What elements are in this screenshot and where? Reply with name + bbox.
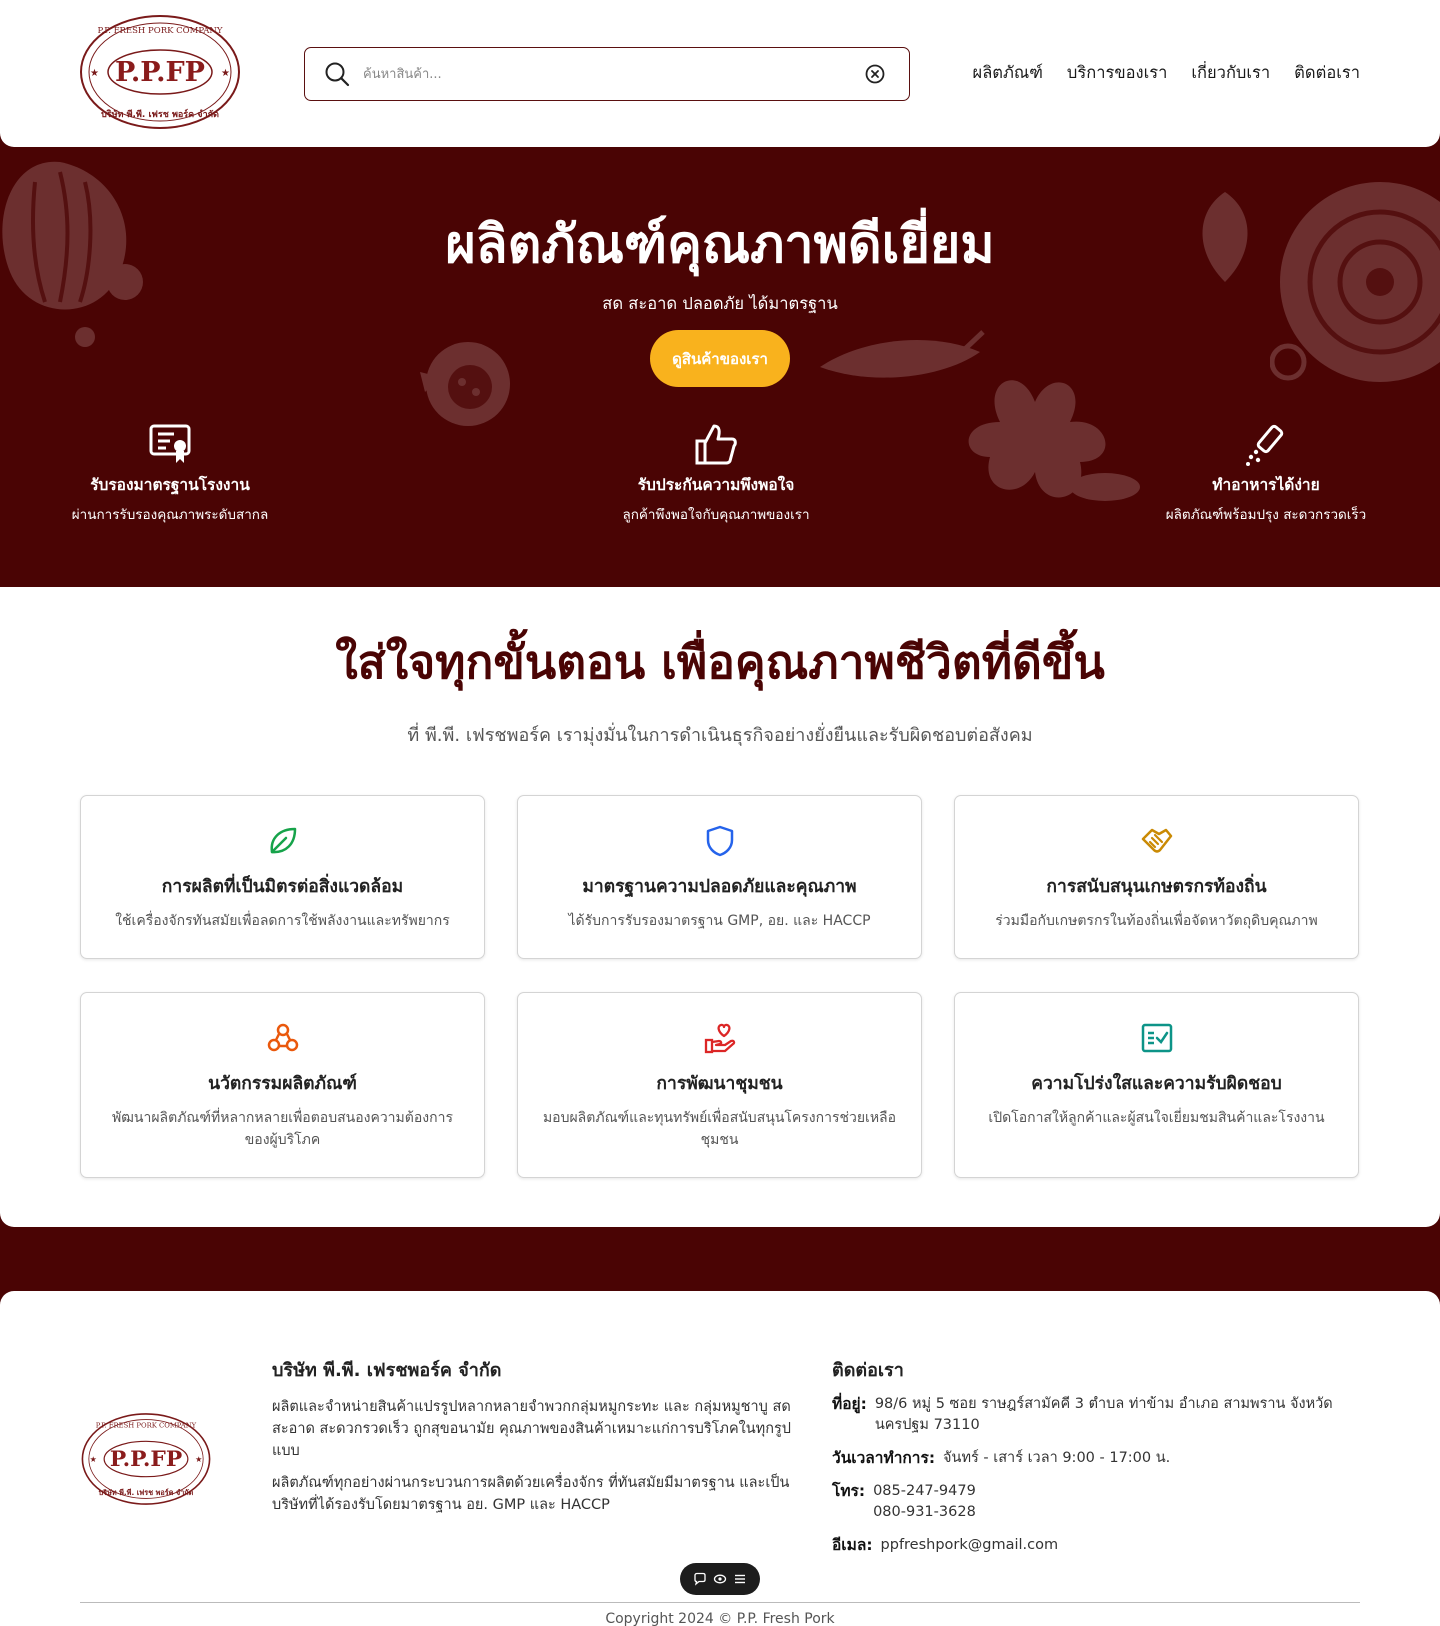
card-local-farmers: การสนับสนุนเกษตรกรท้องถิ่น ร่วมมือกับเกษ… [954,795,1359,959]
phone-label: โทร: [832,1482,866,1500]
contact-title: ติดต่อเรา [832,1360,904,1381]
chat-icon[interactable] [693,1572,707,1586]
leaf-icon [270,827,296,854]
hero-subtitle: สด สะอาด ปลอดภัย ได้มาตรฐาน [602,294,838,313]
feature-certified: รับรองมาตรฐานโรงงาน ผ่านการรับรองคุณภาพร… [20,422,320,525]
svg-text:★: ★ [90,1455,97,1464]
card-title: มาตรฐานความปลอดภัยและคุณภาพ [582,877,857,897]
tomato-illustration [420,342,510,426]
search-bar [304,47,910,101]
search-input[interactable] [363,54,864,94]
svg-text:บริษัท พี.พี. เฟรช พอร์ค จำกัด: บริษัท พี.พี. เฟรช พอร์ค จำกัด [99,1488,194,1497]
email-label: อีเมล: [832,1536,873,1554]
card-desc: ใช้เครื่องจักรทันสมัยเพื่อลดการใช้พลังงา… [115,913,450,929]
feature-easy-cook: ทำอาหารได้ง่าย ผลิตภัณฑ์พร้อมปรุง สะดวกร… [1116,422,1416,525]
feature-title: ทำอาหารได้ง่าย [1212,476,1320,494]
hero-title: ผลิตภัณฑ์คุณภาพดีเยี่ยม [445,215,995,275]
feature-desc: ลูกค้าพึงพอใจกับคุณภาพของเรา [622,507,810,523]
phone-link[interactable]: 085-247-9479 [873,1481,976,1502]
svg-text:★: ★ [195,1455,202,1464]
commitment-title: ใส่ใจทุกขั้นตอน เพื่อคุณภาพชีวิตที่ดีขึ้… [335,635,1105,689]
svg-text:P.P. FRESH PORK COMPANY: P.P. FRESH PORK COMPANY [98,26,223,36]
card-title: การพัฒนาชุมชน [656,1074,783,1094]
nav-services[interactable]: บริการของเรา [1067,60,1167,86]
card-eco-production: การผลิตที่เป็นมิตรต่อสิ่งแวดล้อม ใช้เครื… [80,795,485,959]
hours-value: จันทร์ - เสาร์ เวลา 9:00 - 17:00 น. [943,1450,1171,1466]
card-title: การผลิตที่เป็นมิตรต่อสิ่งแวดล้อม [161,877,404,897]
footer-company: บริษัท พี.พี. เฟรชพอร์ค จำกัด ผลิตและจำห… [272,1355,797,1526]
main-nav: ผลิตภัณฑ์ บริการของเรา เกี่ยวกับเรา ติดต… [973,60,1360,86]
card-title: นวัตกรรมผลิตภัณฑ์ [208,1074,357,1094]
clear-search-icon[interactable] [864,63,886,85]
address-row: ที่อยู่: 98/6 หมู่ 5 ซอย ราษฎร์สามัคคี 3… [832,1394,1362,1436]
card-innovation: นวัตกรรมผลิตภัณฑ์ พัฒนาผลิตภัณฑ์ที่หลากห… [80,992,485,1178]
feature-satisfaction: รับประกันความพึงพอใจ ลูกค้าพึงพอใจกับคุณ… [566,422,866,525]
card-community: การพัฒนาชุมชน มอบผลิตภัณฑ์และทุนทรัพย์เพ… [517,992,922,1178]
feature-desc: ผลิตภัณฑ์พร้อมปรุง สะดวกรวดเร็ว [1165,507,1367,523]
nav-contact[interactable]: ติดต่อเรา [1294,60,1360,86]
phone-link[interactable]: 080-931-3628 [873,1502,976,1523]
card-title: การสนับสนุนเกษตรกรท้องถิ่น [1046,877,1267,897]
hours-label: วันเวลาทำการ: [832,1449,936,1467]
address-label: ที่อยู่: [832,1395,867,1413]
copyright-text: Copyright 2024 © P.P. Fresh Pork [605,1611,835,1626]
shield-icon [706,825,733,857]
feature-title: รับประกันความพึงพอใจ [637,476,795,494]
card-desc: เปิดโอกาสให้ลูกค้าและผู้สนใจเยี่ยมชมสินค… [988,1110,1325,1126]
heart-hand-icon [704,1023,735,1054]
eye-icon[interactable] [713,1572,727,1586]
nav-products[interactable]: ผลิตภัณฑ์ [973,60,1043,86]
company-desc: ผลิตและจำหน่ายสินค้าแปรรูปหลากหลายจำพวกก… [272,1399,791,1459]
footer-contact: ติดต่อเรา ที่อยู่: 98/6 หมู่ 5 ซอย ราษฎร… [832,1355,1362,1568]
certificate-icon [149,424,191,463]
footer-divider [80,1602,1360,1603]
svg-text:★: ★ [221,68,230,79]
hero-section: ผลิตภัณฑ์คุณภาพดีเยี่ยม สด สะอาด ปลอดภัย… [0,147,1440,587]
thumbs-up-icon [695,424,737,465]
email-row: อีเมล: ppfreshpork@gmail.com [832,1535,1362,1556]
company-logo[interactable]: P.P.FP P.P. FRESH PORK COMPANY บริษัท พี… [78,13,242,131]
footer-logo[interactable]: P.P.FP P.P. FRESH PORK COMPANY บริษัท พี… [80,1401,212,1517]
view-products-button[interactable]: ดูสินค้าของเรา [650,330,790,387]
floating-toolbar [680,1563,760,1595]
feature-desc: ผ่านการรับรองคุณภาพระดับสากล [71,507,269,523]
card-desc: ได้รับการรับรองมาตรฐาน GMP, อย. และ HACC… [568,913,871,929]
herb-illustration [968,380,1140,501]
commitment-subtitle: ที่ พี.พี. เฟรชพอร์ค เรามุ่งมั่นในการดำเ… [407,725,1033,746]
handshake-icon [1141,828,1172,853]
svg-text:P.P.FP: P.P.FP [110,1447,182,1472]
company-desc: ผลิตภัณฑ์ทุกอย่างผ่านกระบวนการผลิตด้วยเค… [272,1475,790,1513]
svg-text:P.P. FRESH PORK COMPANY: P.P. FRESH PORK COMPANY [96,1422,197,1430]
card-safety-quality: มาตรฐานความปลอดภัยและคุณภาพ ได้รับการรับ… [517,795,922,959]
search-icon[interactable] [323,60,351,88]
hours-row: วันเวลาทำการ: จันทร์ - เสาร์ เวลา 9:00 -… [832,1448,1362,1469]
email-link[interactable]: ppfreshpork@gmail.com [881,1535,1059,1556]
svg-text:บริษัท พี.พี. เฟรช พอร์ค จำกัด: บริษัท พี.พี. เฟรช พอร์ค จำกัด [101,108,219,120]
address-value: 98/6 หมู่ 5 ซอย ราษฎร์สามัคคี 3 ตำบล ท่า… [874,1396,1333,1433]
phone-row: โทร: 085-247-9479 080-931-3628 [832,1481,1362,1523]
site-header: P.P.FP P.P. FRESH PORK COMPANY บริษัท พี… [0,0,1440,147]
svg-text:P.P.FP: P.P.FP [115,57,205,88]
card-desc: มอบผลิตภัณฑ์และทุนทรัพย์เพื่อสนับสนุนโคร… [542,1110,897,1148]
svg-text:★: ★ [90,68,99,79]
feature-title: รับรองมาตรฐานโรงงาน [90,476,250,494]
company-name: บริษัท พี.พี. เฟรชพอร์ค จำกัด [272,1360,502,1381]
nav-about[interactable]: เกี่ยวกับเรา [1191,60,1270,86]
card-transparency: ความโปร่งใสและความรับผิดชอบ เปิดโอกาสให้… [954,992,1359,1178]
card-desc: พัฒนาผลิตภัณฑ์ที่หลากหลายเพื่อตอบสนองควา… [112,1110,453,1148]
commitment-section: ใส่ใจทุกขั้นตอน เพื่อคุณภาพชีวิตที่ดีขึ้… [0,587,1440,1227]
checklist-icon [1141,1023,1172,1053]
menu-icon[interactable] [733,1572,747,1586]
card-desc: ร่วมมือกับเกษตรกรในท้องถิ่นเพื่อจัดหาวัต… [995,913,1318,929]
card-title: ความโปร่งใสและความรับผิดชอบ [1031,1074,1282,1094]
innovation-icon [267,1023,298,1052]
seasoning-icon [1246,424,1284,466]
